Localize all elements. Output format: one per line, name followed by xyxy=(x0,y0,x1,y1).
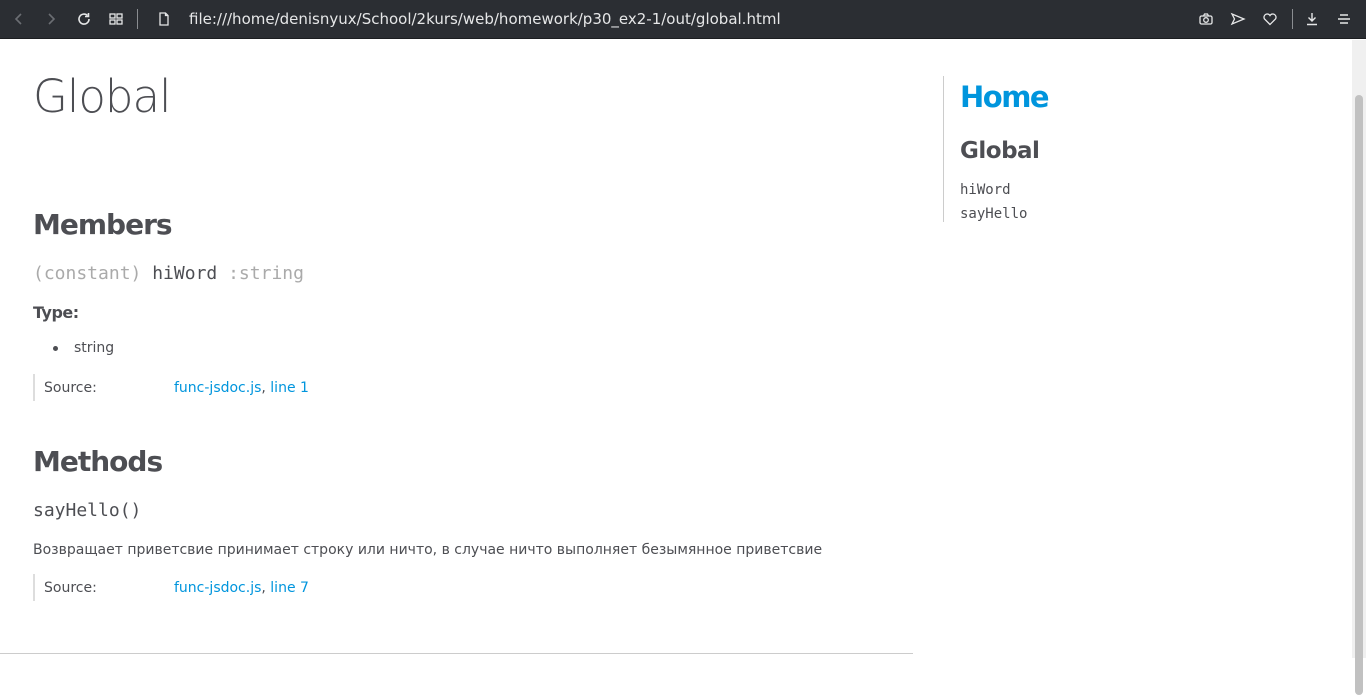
source-line-link[interactable]: line 7 xyxy=(270,580,309,596)
member-source: Source: func-jsdoc.js, line 1 xyxy=(33,374,635,401)
camera-icon[interactable] xyxy=(1194,7,1218,31)
source-file-link[interactable]: func-jsdoc.js xyxy=(174,380,261,396)
methods-heading: Methods xyxy=(33,445,163,478)
download-icon[interactable] xyxy=(1300,7,1324,31)
scrollbar[interactable] xyxy=(1352,40,1366,695)
address-bar[interactable]: file:///home/denisnyux/School/2kurs/web/… xyxy=(189,10,781,28)
page-content: Global Members (constant) hiWord :string… xyxy=(0,40,1352,658)
source-label: Source: xyxy=(44,580,97,596)
member-type-signature: :string xyxy=(228,263,304,284)
toolbar-divider-right xyxy=(1292,9,1293,29)
method-source: Source: func-jsdoc.js, line 7 xyxy=(33,574,635,601)
page-file-icon xyxy=(152,7,176,31)
nav-item: hiWord xyxy=(960,181,1027,205)
scrollbar-thumb[interactable] xyxy=(1355,95,1363,695)
method-signature: sayHello() xyxy=(33,500,142,521)
type-label: Type: xyxy=(33,303,79,322)
heart-icon[interactable] xyxy=(1258,7,1282,31)
nav-home-link[interactable]: Home xyxy=(960,80,1050,114)
nav-link-hiword[interactable]: hiWord xyxy=(960,182,1011,198)
back-icon[interactable] xyxy=(7,7,31,31)
browser-toolbar: file:///home/denisnyux/School/2kurs/web/… xyxy=(0,0,1366,39)
tabs-grid-icon[interactable] xyxy=(104,7,128,31)
method-description: Возвращает приветсвие принимает строку и… xyxy=(33,542,823,558)
forward-icon[interactable] xyxy=(39,7,63,31)
nav-link-sayhello[interactable]: sayHello xyxy=(960,206,1027,222)
footer-divider xyxy=(0,653,913,654)
type-list: string xyxy=(51,340,114,356)
source-links: func-jsdoc.js, line 1 xyxy=(174,380,309,396)
member-attribs: (constant) xyxy=(33,263,142,284)
member-name: hiWord xyxy=(152,263,218,284)
nav-item: sayHello xyxy=(960,205,1027,229)
toolbar-divider xyxy=(137,9,138,29)
type-item: string xyxy=(51,340,114,356)
source-line-link[interactable]: line 1 xyxy=(270,380,309,396)
menu-icon[interactable] xyxy=(1332,7,1356,31)
source-label: Source: xyxy=(44,380,97,396)
page-title: Global xyxy=(33,70,172,123)
source-separator: , xyxy=(261,580,266,596)
members-heading: Members xyxy=(33,208,173,241)
source-separator: , xyxy=(261,380,266,396)
source-links: func-jsdoc.js, line 7 xyxy=(174,580,309,596)
nav-section-title: Global xyxy=(960,138,1040,164)
nav-list: hiWord sayHello xyxy=(960,181,1027,229)
reload-icon[interactable] xyxy=(72,7,96,31)
side-nav: Home Global hiWord sayHello xyxy=(943,76,1244,222)
source-file-link[interactable]: func-jsdoc.js xyxy=(174,580,261,596)
member-signature: (constant) hiWord :string xyxy=(33,263,304,284)
send-icon[interactable] xyxy=(1226,7,1250,31)
